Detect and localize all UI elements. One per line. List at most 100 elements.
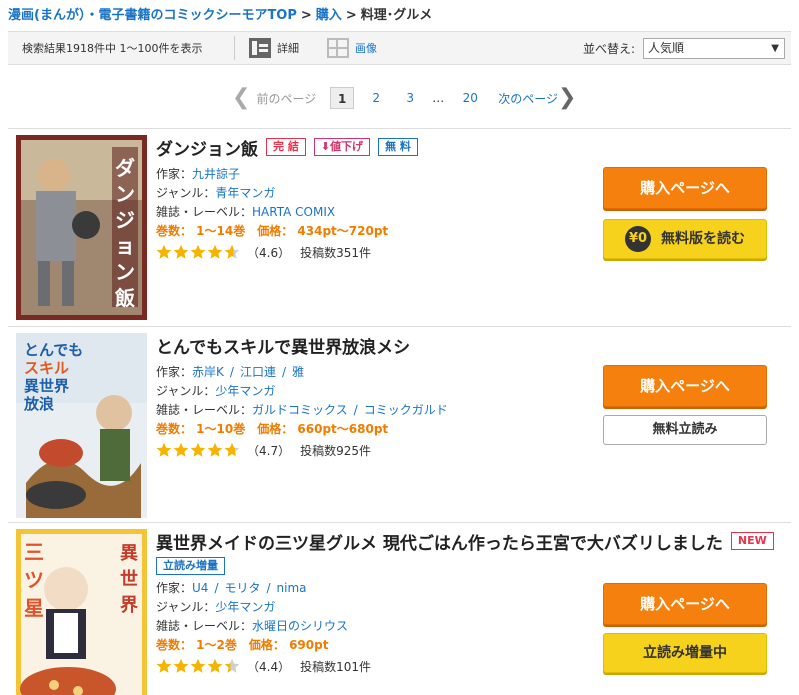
read-free-label: 無料版を読む [661, 231, 745, 247]
label-link[interactable]: ガルドコミックス [252, 403, 348, 417]
star-icon [190, 244, 206, 259]
star-icon [207, 244, 223, 259]
sort-select[interactable]: 人気順 ▼ [643, 37, 785, 59]
view-image-toggle[interactable]: 画像 [327, 38, 377, 58]
buy-page-button[interactable]: 購入ページへ [603, 167, 767, 209]
svg-text:ン: ン [115, 260, 135, 284]
price-range: 価格： 690pt [248, 638, 329, 652]
genre-label: ジャンル： [156, 384, 216, 398]
breadcrumb-home-link[interactable]: 漫画(まんが）・電子書籍のコミックシーモアTOP [8, 8, 297, 23]
rating-row: （4.7） 投稿数925件 [156, 439, 448, 461]
view-detail-label: 詳細 [277, 42, 299, 55]
list-item: 三 ツ 星 異 世 界 異世界メイドの三ツ星グルメ 現代ごはん作ったら王宮で大バ… [8, 522, 791, 695]
breadcrumb-current: 料理･グルメ [360, 8, 433, 23]
price-range: 価格： 660pt～680pt [257, 422, 389, 436]
volume-count: 巻数： 1～2巻 [156, 638, 237, 652]
svg-text:とんでも: とんでも [24, 341, 83, 359]
badge-free: 無 料 [378, 138, 418, 156]
rating-stars [156, 442, 241, 458]
buy-page-button[interactable]: 購入ページへ [603, 365, 767, 407]
star-icon [173, 658, 189, 673]
star-icon [224, 244, 240, 259]
free-trial-read-button[interactable]: 無料立読み [603, 415, 767, 445]
badge-new: NEW [730, 532, 774, 550]
review-count[interactable]: 投稿数101件 [300, 658, 371, 675]
chevron-right-icon[interactable]: ❯ [558, 87, 576, 109]
label-link[interactable]: コミックガルド [364, 403, 448, 417]
svg-text:スキル: スキル [24, 359, 69, 377]
label-link[interactable]: 水曜日のシリウス [252, 619, 348, 633]
star-icon [207, 442, 223, 457]
label-label: 雑誌・レーベル： [156, 205, 253, 219]
page-ellipsis: … [432, 91, 445, 105]
breadcrumb-purchase-link[interactable]: 購入 [316, 8, 342, 23]
item-title[interactable]: とんでもスキルで異世界放浪メシ [156, 333, 410, 358]
cover-image[interactable]: ダ ン ジ ョ ン 飯 [16, 135, 147, 320]
label-row: 雑誌・レーベル：HARTA COMIX [156, 203, 418, 222]
rating-stars [156, 244, 241, 260]
prev-page-link[interactable]: 前のページ [256, 90, 316, 107]
sort-selected-value: 人気順 [648, 40, 685, 55]
star-icon [207, 658, 223, 673]
item-info: ダンジョン飯 完 結 ⬇値下げ 無 料 作家：九井諒子 ジャンル：青年マンガ 雑… [156, 135, 418, 263]
page-last[interactable]: 20 [458, 87, 482, 109]
svg-text:星: 星 [24, 596, 44, 620]
label-label: 雑誌・レーベル： [156, 619, 253, 633]
author-link[interactable]: モリタ [224, 581, 260, 595]
cover-image[interactable]: とんでも スキル 異世界 放浪 [16, 333, 147, 518]
rating-score: （4.6） [247, 245, 291, 260]
volume-count: 巻数： 1～14巻 [156, 224, 246, 238]
badge-trial-increase: 立読み増量 [156, 557, 225, 575]
author-label: 作家： [156, 581, 193, 595]
view-detail-toggle[interactable]: 詳細 [249, 38, 299, 58]
buy-page-button[interactable]: 購入ページへ [603, 583, 767, 625]
trial-increase-button[interactable]: 立読み増量中 [603, 633, 767, 673]
star-icon [156, 658, 172, 673]
genre-link[interactable]: 青年マンガ [215, 186, 275, 200]
author-link[interactable]: 赤岸K [192, 365, 224, 379]
page-3[interactable]: 3 [398, 87, 422, 109]
star-icon [224, 658, 240, 673]
author-link[interactable]: 雅 [292, 365, 304, 379]
author-label: 作家： [156, 365, 193, 379]
svg-text:異: 異 [120, 543, 138, 564]
rating-score: （4.7） [247, 443, 291, 458]
star-icon [190, 658, 206, 673]
breadcrumb-separator: > [300, 8, 312, 23]
cover-art: 三 ツ 星 異 世 界 [16, 529, 147, 695]
author-link[interactable]: 江口連 [240, 365, 276, 379]
item-title[interactable]: 異世界メイドの三ツ星グルメ 現代ごはん作ったら王宮で大バズリしました [156, 529, 723, 554]
label-link[interactable]: HARTA COMIX [252, 205, 335, 219]
view-image-label: 画像 [355, 42, 377, 55]
rating-score: （4.4） [247, 659, 291, 674]
list-item: とんでも スキル 異世界 放浪 とんでもスキルで異世界放浪メシ 作家：赤岸K / 江… [8, 326, 791, 522]
divider [234, 36, 235, 60]
author-link[interactable]: 九井諒子 [192, 167, 240, 181]
svg-text:ン: ン [115, 182, 135, 206]
grid-view-icon [327, 38, 349, 58]
review-count[interactable]: 投稿数351件 [300, 244, 371, 261]
rating-stars [156, 658, 241, 674]
genre-link[interactable]: 少年マンガ [215, 600, 275, 614]
author-link[interactable]: nima [277, 581, 307, 595]
label-row: 雑誌・レーベル：ガルドコミックス / コミックガルド [156, 403, 448, 417]
results-toolbar: 検索結果1918件中 1～100件を表示 詳細 画像 並べ替え: 人気順 ▼ [8, 31, 791, 65]
author-row: 作家：九井諒子 [156, 165, 418, 184]
next-page-link[interactable]: 次のページ [498, 90, 558, 107]
genre-link[interactable]: 少年マンガ [215, 384, 275, 398]
item-title[interactable]: ダンジョン飯 [156, 135, 258, 160]
page-2[interactable]: 2 [364, 87, 388, 109]
genre-label: ジャンル： [156, 600, 216, 614]
cover-image[interactable]: 三 ツ 星 異 世 界 [16, 529, 147, 695]
cover-art: とんでも スキル 異世界 放浪 [16, 333, 147, 518]
author-link[interactable]: U4 [192, 581, 208, 595]
result-count: 検索結果1918件中 1～100件を表示 [22, 42, 203, 55]
review-count[interactable]: 投稿数925件 [300, 442, 371, 459]
list-view-icon [249, 38, 271, 58]
breadcrumb: 漫画(まんが）・電子書籍のコミックシーモアTOP > 購入 > 料理･グルメ [8, 4, 432, 24]
author-row: 作家：赤岸K / 江口連 / 雅 [156, 365, 305, 379]
author-label: 作家： [156, 167, 193, 181]
genre-row: ジャンル：少年マンガ [156, 382, 448, 401]
arrow-down-icon: ⬇ [320, 140, 331, 153]
read-free-button[interactable]: ¥0 無料版を読む [603, 219, 767, 259]
